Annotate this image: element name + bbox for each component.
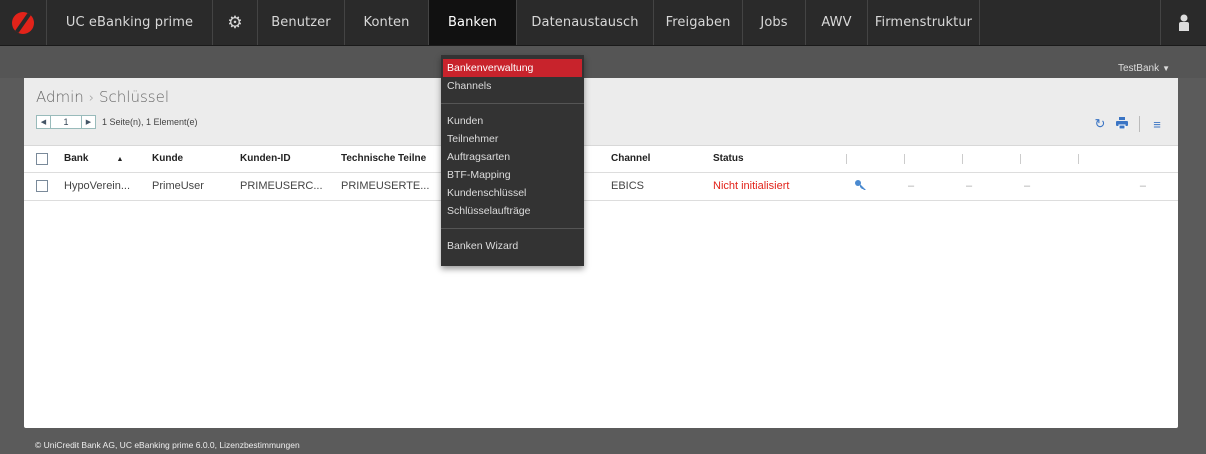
- breadcrumb: Admin › Schlüssel: [36, 88, 169, 106]
- unicredit-logo[interactable]: [0, 0, 47, 45]
- print-icon: [1116, 116, 1128, 129]
- col-channel[interactable]: Channel: [607, 146, 709, 173]
- bank-selector[interactable]: TestBank ▼: [1118, 63, 1170, 74]
- settings-button[interactable]: ⚙: [213, 0, 258, 45]
- page-number-input[interactable]: 1: [51, 115, 81, 129]
- dropdown-group-3: Banken Wizard: [441, 237, 584, 255]
- nav-item-awv[interactable]: AWV: [806, 0, 868, 45]
- col-action-2: [904, 146, 962, 173]
- dropdown-group-1: Bankenverwaltung Channels: [441, 59, 584, 95]
- menu-item-bankenverwaltung[interactable]: Bankenverwaltung: [443, 59, 582, 77]
- nav-item-banken[interactable]: Banken: [429, 0, 517, 45]
- col-action-1: [846, 146, 904, 173]
- gear-icon: ⚙: [227, 12, 243, 33]
- menu-item-btf-mapping[interactable]: BTF-Mapping: [441, 166, 584, 184]
- menu-item-channels[interactable]: Channels: [441, 77, 584, 95]
- select-all-checkbox-cell: [24, 146, 60, 173]
- col-bank-label: Bank: [64, 153, 89, 165]
- nav-spacer: [980, 0, 1161, 45]
- cell-key-action: [846, 172, 904, 201]
- nav-item-datenaustausch[interactable]: Datenaustausch: [517, 0, 654, 45]
- col-action-5: [1078, 146, 1178, 173]
- keys-table: Bank ▲ Kunde Kunden-ID Technische Teilne …: [24, 146, 1178, 201]
- col-kunden-id[interactable]: Kunden-ID: [236, 146, 337, 173]
- cell-bank: HypoVerein...: [60, 172, 148, 201]
- banken-dropdown-menu: Bankenverwaltung Channels Kunden Teilnehme…: [441, 55, 584, 266]
- menu-item-kundenschl-ssel[interactable]: Kundenschlüssel: [441, 184, 584, 202]
- cell-technische: PRIMEUSERTE...: [337, 172, 447, 201]
- col-action-4: [1020, 146, 1078, 173]
- menu-item-banken-wizard[interactable]: Banken Wizard: [441, 237, 584, 255]
- next-page-button[interactable]: ▶: [81, 115, 96, 129]
- col-action-3: [962, 146, 1020, 173]
- menu-item-teilnehmer[interactable]: Teilnehmer: [441, 130, 584, 148]
- print-button[interactable]: [1111, 116, 1133, 132]
- user-icon: [1178, 14, 1189, 31]
- col-kunde[interactable]: Kunde: [148, 146, 236, 173]
- sub-bar: TestBank ▼: [0, 46, 1206, 78]
- arrow-left-icon: ◀: [40, 119, 47, 126]
- menu-icon: ≡: [1153, 116, 1161, 132]
- refresh-icon: ↻: [1094, 116, 1106, 131]
- refresh-button[interactable]: ↻: [1089, 116, 1111, 132]
- caret-down-icon: ▼: [1162, 64, 1170, 73]
- top-navigation: UC eBanking prime ⚙ Benutzer Konten Banken…: [0, 0, 1206, 46]
- cell-status: Nicht initialisiert: [709, 172, 846, 201]
- pager-info: 1 Seite(n), 1 Element(e): [102, 117, 198, 127]
- col-status[interactable]: Status: [709, 146, 846, 173]
- row-checkbox-cell: [24, 172, 60, 201]
- cell-dash-3: –: [1020, 172, 1078, 201]
- breadcrumb-root[interactable]: Admin: [36, 88, 84, 106]
- main-panel: Admin › Schlüssel ◀ 1 ▶ 1 Seite(n), 1 Elem…: [24, 78, 1178, 428]
- col-bank[interactable]: Bank ▲: [60, 146, 148, 173]
- cell-kunden-id: PRIMEUSERC...: [236, 172, 337, 201]
- col-technische[interactable]: Technische Teilne: [337, 146, 447, 173]
- user-menu-button[interactable]: [1161, 0, 1206, 45]
- cell-dash-1: –: [904, 172, 962, 201]
- logo-icon: [12, 11, 34, 34]
- footer: © UniCredit Bank AG, UC eBanking prime 6…: [35, 440, 300, 450]
- breadcrumb-current: Schlüssel: [99, 88, 169, 106]
- arrow-right-icon: ▶: [85, 119, 92, 126]
- nav-item-freigaben[interactable]: Freigaben: [654, 0, 743, 45]
- nav-item-benutzer[interactable]: Benutzer: [258, 0, 345, 45]
- prev-page-button[interactable]: ◀: [36, 115, 51, 129]
- dropdown-divider: [441, 103, 584, 104]
- bank-selector-label: TestBank: [1117, 63, 1160, 74]
- nav-item-jobs[interactable]: Jobs: [743, 0, 806, 45]
- cell-channel: EBICS: [607, 172, 709, 201]
- nav-item-konten[interactable]: Konten: [345, 0, 429, 45]
- cell-kunde: PrimeUser: [148, 172, 236, 201]
- toolbar-divider: [1139, 116, 1140, 132]
- table-header-row: Bank ▲ Kunde Kunden-ID Technische Teilne …: [24, 146, 1178, 173]
- breadcrumb-separator: ›: [88, 91, 95, 106]
- select-all-checkbox[interactable]: [36, 152, 48, 165]
- dropdown-divider: [441, 228, 584, 229]
- dropdown-group-2: Kunden Teilnehmer Auftragsarten BTF-Mapping…: [441, 112, 584, 220]
- toolbar: ↻ ≡: [1089, 116, 1168, 132]
- app-brand[interactable]: UC eBanking prime: [47, 0, 213, 45]
- key-icon[interactable]: [854, 179, 868, 191]
- nav-item-firmenstruktur[interactable]: Firmenstruktur: [868, 0, 980, 45]
- menu-item-schl-sselauftr-ge[interactable]: Schlüsselaufträge: [441, 202, 584, 220]
- menu-item-auftragsarten[interactable]: Auftragsarten: [441, 148, 584, 166]
- table-row[interactable]: HypoVerein... PrimeUser PRIMEUSERC... PR…: [24, 172, 1178, 201]
- row-checkbox[interactable]: [36, 180, 48, 193]
- cell-dash-2: –: [962, 172, 1020, 201]
- column-menu-button[interactable]: ≡: [1146, 117, 1168, 132]
- sort-asc-icon: ▲: [116, 156, 124, 164]
- pager: ◀ 1 ▶ 1 Seite(n), 1 Element(e): [36, 115, 198, 129]
- cell-dash-4: –: [1078, 172, 1178, 201]
- nav-items: Benutzer Konten Banken Datenaustausch Freiga…: [258, 0, 980, 45]
- menu-item-kunden[interactable]: Kunden: [441, 112, 584, 130]
- panel-header: Admin › Schlüssel ◀ 1 ▶ 1 Seite(n), 1 Elem…: [24, 78, 1178, 146]
